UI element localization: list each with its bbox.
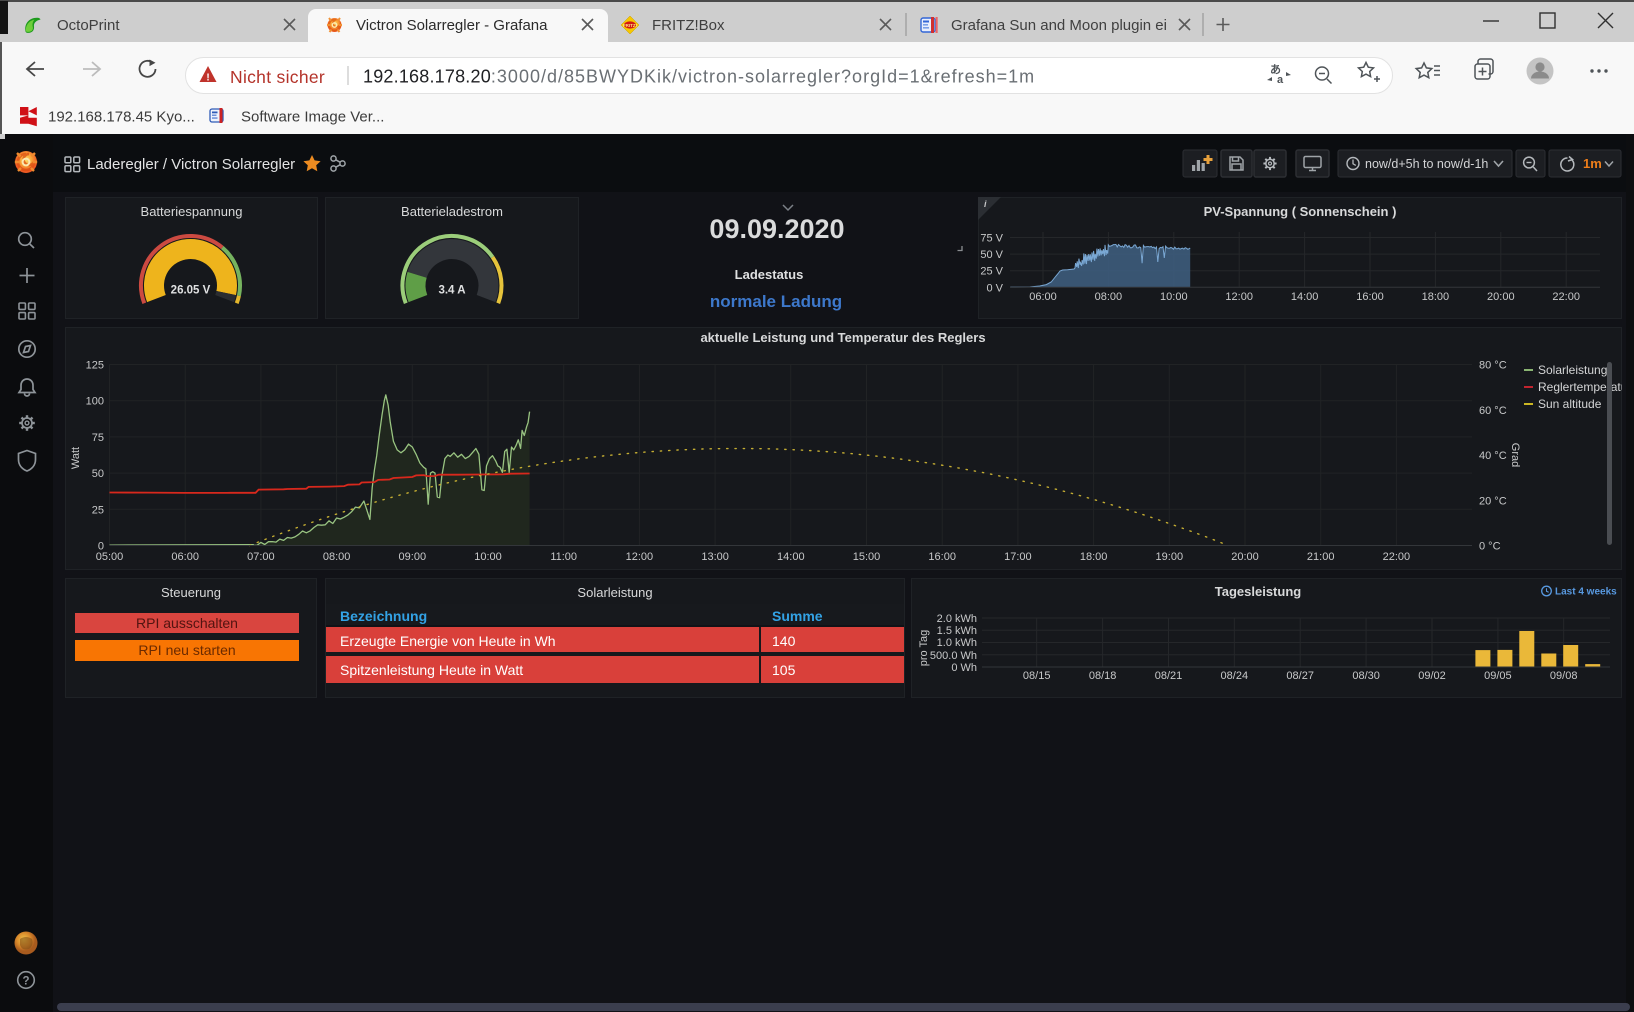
svg-text:0: 0	[98, 541, 104, 553]
svg-text:40 °C: 40 °C	[1479, 450, 1507, 462]
svg-text:60 °C: 60 °C	[1479, 405, 1507, 417]
svg-text:0 V: 0 V	[986, 282, 1003, 294]
svg-text:0 °C: 0 °C	[1479, 541, 1501, 553]
svg-text:Software Image Ver...: Software Image Ver...	[241, 109, 384, 126]
svg-text:pro Tag: pro Tag	[918, 630, 930, 667]
svg-text:25 V: 25 V	[980, 266, 1003, 278]
svg-text:a: a	[1277, 74, 1284, 86]
svg-text:22:00: 22:00	[1383, 551, 1411, 563]
svg-text:21:00: 21:00	[1307, 551, 1335, 563]
svg-text:Laderegler / Victron Solarregl: Laderegler / Victron Solarregler	[87, 156, 295, 173]
svg-text:12:00: 12:00	[1225, 291, 1253, 303]
svg-text:08/21: 08/21	[1155, 670, 1183, 682]
svg-text:normale Ladung: normale Ladung	[710, 292, 842, 311]
svg-text:09.09.2020: 09.09.2020	[709, 214, 844, 244]
svg-text:08/18: 08/18	[1089, 670, 1117, 682]
svg-text:192.168.178.20:3000/d/85BWYDKi: 192.168.178.20:3000/d/85BWYDKik/victron-…	[363, 67, 1035, 87]
svg-text:05:00: 05:00	[96, 551, 124, 563]
svg-text:Tagesleistung: Tagesleistung	[1215, 584, 1302, 599]
svg-text:50 V: 50 V	[980, 249, 1003, 261]
svg-text:?: ?	[22, 976, 29, 988]
svg-text:25: 25	[92, 504, 104, 516]
svg-text:Victron Solarregler - Grafana: Victron Solarregler - Grafana	[356, 17, 548, 34]
svg-text:16:00: 16:00	[928, 551, 956, 563]
svg-text:06:00: 06:00	[1029, 291, 1057, 303]
svg-text:19:00: 19:00	[1156, 551, 1184, 563]
svg-text:15:00: 15:00	[853, 551, 881, 563]
svg-text:100: 100	[86, 396, 104, 408]
svg-text:26.05 V: 26.05 V	[171, 285, 211, 297]
svg-text:aktuelle Leistung und Temperat: aktuelle Leistung und Temperatur des Reg…	[700, 330, 985, 345]
svg-text:75: 75	[92, 432, 104, 444]
svg-text:20 °C: 20 °C	[1479, 495, 1507, 507]
svg-text:16:00: 16:00	[1356, 291, 1384, 303]
svg-text:3.4 A: 3.4 A	[438, 285, 465, 297]
svg-text:08/24: 08/24	[1221, 670, 1249, 682]
svg-text:FRITZ!Box: FRITZ!Box	[652, 17, 725, 34]
svg-text:22:00: 22:00	[1552, 291, 1580, 303]
svg-text:Grad: Grad	[1509, 443, 1521, 467]
svg-text:1.0 kWh: 1.0 kWh	[937, 637, 977, 649]
svg-text:17:00: 17:00	[1004, 551, 1032, 563]
svg-text:!: !	[206, 73, 209, 84]
svg-text:OctoPrint: OctoPrint	[57, 17, 120, 34]
svg-text:10:00: 10:00	[1160, 291, 1188, 303]
svg-text:2.0 kWh: 2.0 kWh	[937, 613, 977, 625]
svg-text:Grafana Sun and Moon plugin ei: Grafana Sun and Moon plugin ei	[951, 17, 1167, 34]
svg-text:Nicht sicher: Nicht sicher	[230, 67, 325, 87]
svg-text:FRITZ!: FRITZ!	[623, 23, 638, 28]
svg-text:Watt: Watt	[70, 447, 82, 469]
svg-text:11:00: 11:00	[550, 551, 577, 563]
svg-text:09/02: 09/02	[1418, 670, 1446, 682]
svg-text:09/05: 09/05	[1484, 670, 1512, 682]
svg-text:09/08: 09/08	[1550, 670, 1578, 682]
svg-text:06:00: 06:00	[171, 551, 199, 563]
svg-text:75 V: 75 V	[980, 233, 1003, 245]
svg-text:07:00: 07:00	[247, 551, 275, 563]
svg-text:Ladestatus: Ladestatus	[735, 267, 804, 282]
svg-text:500.0 Wh: 500.0 Wh	[930, 650, 977, 662]
svg-text:08:00: 08:00	[1095, 291, 1123, 303]
svg-text:08:00: 08:00	[323, 551, 351, 563]
svg-text:14:00: 14:00	[1291, 291, 1319, 303]
svg-text:0 Wh: 0 Wh	[951, 662, 977, 674]
svg-text:20:00: 20:00	[1487, 291, 1515, 303]
svg-text:80 °C: 80 °C	[1479, 360, 1507, 372]
svg-text:08/27: 08/27	[1286, 670, 1314, 682]
svg-text:08/30: 08/30	[1352, 670, 1380, 682]
svg-text:12:00: 12:00	[626, 551, 654, 563]
svg-text:192.168.178.45 Kyo...: 192.168.178.45 Kyo...	[48, 109, 195, 126]
svg-text:Last 4 weeks: Last 4 weeks	[1555, 587, 1617, 598]
svg-text:18:00: 18:00	[1422, 291, 1450, 303]
svg-text:125: 125	[86, 360, 104, 372]
svg-text:18:00: 18:00	[1080, 551, 1108, 563]
svg-text:10:00: 10:00	[474, 551, 502, 563]
svg-text:1.5 kWh: 1.5 kWh	[937, 625, 977, 637]
svg-text:20:00: 20:00	[1231, 551, 1259, 563]
svg-text:13:00: 13:00	[701, 551, 729, 563]
svg-text:Solarleistung: Solarleistung	[1538, 363, 1607, 377]
svg-text:14:00: 14:00	[777, 551, 805, 563]
svg-text:50: 50	[92, 468, 104, 480]
svg-text:Sun altitude: Sun altitude	[1538, 397, 1602, 411]
svg-text:PV-Spannung ( Sonnenschein ): PV-Spannung ( Sonnenschein )	[1204, 204, 1397, 219]
svg-text:now/d+5h to now/d-1h: now/d+5h to now/d-1h	[1365, 157, 1488, 171]
svg-text:1m: 1m	[1583, 156, 1602, 171]
svg-text:09:00: 09:00	[399, 551, 427, 563]
svg-text:08/15: 08/15	[1023, 670, 1051, 682]
